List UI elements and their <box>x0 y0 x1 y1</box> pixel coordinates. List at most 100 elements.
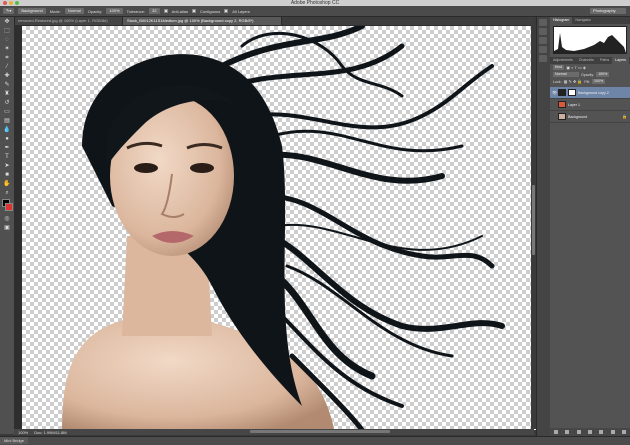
history-panel-icon[interactable] <box>539 19 547 26</box>
lock-icon: 🔒 <box>622 114 627 119</box>
options-bar: ✎▾ Background Mode: Normal Opacity: 100%… <box>0 6 630 17</box>
layers-list: 👁 Background copy 2 Layer 1 Background 🔒 <box>550 87 630 123</box>
tab-doc-1[interactable]: removed-Restored.jpg @ 100% (Layer 1, RG… <box>14 17 123 25</box>
opacity-field[interactable]: 100% <box>106 8 123 14</box>
mode-select[interactable]: Normal <box>64 8 84 14</box>
type-tool-icon[interactable]: T <box>3 153 11 161</box>
sample-select[interactable]: Background <box>18 8 46 14</box>
zoom-button[interactable] <box>15 1 19 5</box>
tolerance-field[interactable]: 32 <box>149 8 160 14</box>
shape-tool-icon[interactable]: ■ <box>3 171 11 179</box>
antialias-label: Anti-alias <box>171 8 189 14</box>
tab-navigator[interactable]: Navigator <box>572 17 593 24</box>
lock-icons[interactable]: ▦ ✎ ✥ 🔒 <box>564 79 583 84</box>
document-canvas[interactable] <box>22 26 536 430</box>
stamp-tool-icon[interactable]: ♜ <box>3 90 11 98</box>
layer-thumbnail <box>558 89 566 96</box>
close-button[interactable] <box>3 1 7 5</box>
layer-name: Background copy 2 <box>578 90 609 95</box>
color-swatches[interactable] <box>2 199 13 213</box>
eyedropper-tool-icon[interactable]: ⁄ <box>3 63 11 71</box>
tolerance-label: Tolerance: <box>126 8 146 14</box>
layer-row[interactable]: Layer 1 <box>550 99 630 111</box>
screen-mode-icon[interactable]: ▣ <box>3 224 11 232</box>
layer-name: Background <box>568 114 588 119</box>
lock-label: Lock: <box>553 79 562 84</box>
tab-layers[interactable]: Layers <box>612 57 629 64</box>
contiguous-checkbox[interactable] <box>192 9 197 13</box>
layer-row[interactable]: Background 🔒 <box>550 111 630 123</box>
lasso-tool-icon[interactable]: ◌ <box>3 36 11 44</box>
blur-tool-icon[interactable]: 💧 <box>3 126 11 134</box>
fill-field[interactable]: 100% <box>591 79 606 84</box>
right-panels: Histogram Navigator Adjustments Channels… <box>550 17 630 436</box>
pen-tool-icon[interactable]: ✒ <box>3 144 11 152</box>
background-color-swatch[interactable] <box>5 203 13 211</box>
path-selection-tool-icon[interactable]: ➤ <box>3 162 11 170</box>
add-mask-icon[interactable] <box>576 430 581 434</box>
layers-panel-footer <box>550 428 630 436</box>
tab-histogram[interactable]: Histogram <box>550 17 573 24</box>
tab-channels[interactable]: Channels <box>576 57 597 64</box>
mini-bridge-tab[interactable]: Mini Bridge <box>0 437 29 444</box>
workspace-select[interactable]: Photography <box>590 8 626 14</box>
blend-mode-select[interactable]: Normal <box>553 72 579 77</box>
vertical-scroll-thumb[interactable] <box>532 185 535 255</box>
brush-tool-icon[interactable]: ✎ <box>3 81 11 89</box>
layer-thumbnail <box>558 113 566 120</box>
kind-filter-select[interactable]: Kind <box>553 65 565 70</box>
properties-panel-icon[interactable] <box>539 28 547 35</box>
marquee-tool-icon[interactable]: ⬚ <box>3 27 11 35</box>
layer-name: Layer 1 <box>568 102 580 107</box>
layer-opacity-field[interactable]: 100% <box>596 72 610 77</box>
hand-tool-icon[interactable]: ✋ <box>3 180 11 188</box>
zoom-tool-icon[interactable]: ⌕ <box>3 189 11 197</box>
layer-opacity-label: Opacity: <box>581 72 595 77</box>
new-layer-icon[interactable] <box>610 430 615 434</box>
lock-row: Lock: ▦ ✎ ✥ 🔒 Fill: 100% <box>550 78 630 85</box>
doc-size[interactable]: Doc: 1.99M/11.8M <box>34 430 66 435</box>
horizontal-scroll-thumb[interactable] <box>250 430 390 433</box>
contiguous-label: Contiguous <box>200 8 221 14</box>
all-layers-checkbox[interactable] <box>224 9 229 13</box>
zoom-level[interactable]: 100% <box>18 430 28 435</box>
healing-tool-icon[interactable]: ✚ <box>3 72 11 80</box>
eraser-tool-icon[interactable]: ▭ <box>3 108 11 116</box>
brush-panel-icon[interactable] <box>539 37 547 44</box>
link-layers-icon[interactable] <box>553 430 558 434</box>
tab-doc-2[interactable]: Stock_B0012K11S1Medium.jpg @ 100% (Backg… <box>123 17 282 25</box>
layer-mask-thumbnail[interactable] <box>568 89 576 96</box>
tab-paths[interactable]: Paths <box>597 57 612 64</box>
visibility-eye-icon[interactable]: 👁 <box>552 90 557 95</box>
layer-style-icon[interactable] <box>565 430 570 434</box>
histogram-panel-tabs: Histogram Navigator <box>550 17 630 24</box>
all-layers-label: All Layers <box>232 8 250 14</box>
tool-preset-picker[interactable]: ✎▾ <box>3 8 15 14</box>
panel-dock <box>536 17 550 436</box>
filter-icons[interactable]: ▣ ◐ T ▭ ◈ <box>566 65 586 70</box>
move-tool-icon[interactable]: ✥ <box>3 18 11 26</box>
character-panel-icon[interactable] <box>539 46 547 53</box>
magic-wand-tool-icon[interactable]: ✶ <box>3 45 11 53</box>
portrait-image <box>62 26 505 430</box>
layer-filter-row: Kind ▣ ◐ T ▭ ◈ <box>550 64 630 71</box>
gradient-tool-icon[interactable]: ▤ <box>3 117 11 125</box>
layers-panel-tabs: Adjustments Channels Paths Layers <box>550 57 630 64</box>
crop-tool-icon[interactable]: ⌗ <box>3 54 11 62</box>
minimize-button[interactable] <box>9 1 13 5</box>
mode-label: Mode: <box>49 8 61 14</box>
dodge-tool-icon[interactable]: ● <box>3 135 11 143</box>
opacity-label: Opacity: <box>87 8 103 14</box>
paragraph-panel-icon[interactable] <box>539 55 547 62</box>
adjustment-layer-icon[interactable] <box>587 430 592 434</box>
right-eye <box>190 163 214 173</box>
document-tabs: removed-Restored.jpg @ 100% (Layer 1, RG… <box>14 17 534 25</box>
antialias-checkbox[interactable] <box>163 9 168 13</box>
delete-layer-icon[interactable] <box>622 430 627 434</box>
quick-mask-icon[interactable]: ◎ <box>3 215 11 223</box>
layer-row[interactable]: 👁 Background copy 2 <box>550 87 630 99</box>
fill-label: Fill: <box>584 79 590 84</box>
history-brush-tool-icon[interactable]: ↺ <box>3 99 11 107</box>
new-group-icon[interactable] <box>599 430 604 434</box>
tab-adjustments[interactable]: Adjustments <box>550 57 576 64</box>
